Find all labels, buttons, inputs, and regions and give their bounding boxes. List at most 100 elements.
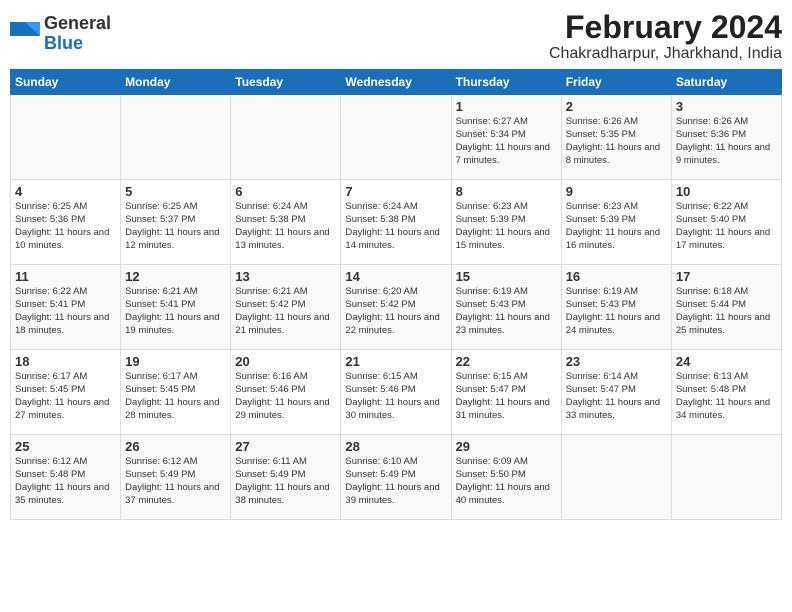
cell-info: Sunrise: 6:17 AM Sunset: 5:45 PM Dayligh… — [15, 371, 116, 422]
day-number: 19 — [125, 354, 226, 369]
day-number: 5 — [125, 184, 226, 199]
calendar-cell: 14Sunrise: 6:20 AM Sunset: 5:42 PM Dayli… — [341, 265, 451, 350]
cell-info: Sunrise: 6:21 AM Sunset: 5:41 PM Dayligh… — [125, 286, 226, 337]
header-cell-thursday: Thursday — [451, 70, 561, 95]
logo-blue: Blue — [44, 34, 111, 54]
day-number: 17 — [676, 269, 777, 284]
cell-info: Sunrise: 6:18 AM Sunset: 5:44 PM Dayligh… — [676, 286, 777, 337]
calendar-cell: 23 Sunrise: 6:14 AM Sunset: 5:47 PM Dayli… — [561, 350, 671, 435]
cell-info: Sunrise: 6:16 AM Sunset: 5:46 PM Dayligh… — [235, 371, 336, 422]
week-row: 1Sunrise: 6:27 AM Sunset: 5:34 PM Daylig… — [11, 95, 782, 180]
cell-info: Sunrise: 6:23 AM Sunset: 5:39 PM Dayligh… — [566, 201, 667, 252]
cell-info: Sunrise: 6:14 AM Sunset: 5:47 PM Dayligh… — [566, 371, 667, 422]
calendar-cell: 26 Sunrise: 6:12 AM Sunset: 5:49 PM Dayli… — [121, 435, 231, 520]
logo-icon — [10, 22, 40, 46]
day-number: 8 — [456, 184, 557, 199]
day-number: 7 — [345, 184, 446, 199]
calendar-cell: 29 Sunrise: 6:09 AM Sunset: 5:50 PM Dayli… — [451, 435, 561, 520]
calendar-cell: 4 Sunrise: 6:25 AM Sunset: 5:36 PM Daylig… — [11, 180, 121, 265]
calendar-cell: 6 Sunrise: 6:24 AM Sunset: 5:38 PM Daylig… — [231, 180, 341, 265]
cell-info: Sunrise: 6:22 AM Sunset: 5:40 PM Dayligh… — [676, 201, 777, 252]
day-number: 10 — [676, 184, 777, 199]
calendar-cell — [561, 435, 671, 520]
cell-info: Sunrise: 6:26 AM Sunset: 5:35 PM Dayligh… — [566, 116, 667, 167]
calendar-cell: 13 Sunrise: 6:21 AM Sunset: 5:42 PM Dayli… — [231, 265, 341, 350]
day-number: 28 — [345, 439, 446, 454]
calendar-cell: 18 Sunrise: 6:17 AM Sunset: 5:45 PM Dayli… — [11, 350, 121, 435]
calendar-cell: 5 Sunrise: 6:25 AM Sunset: 5:37 PM Daylig… — [121, 180, 231, 265]
week-row: 4 Sunrise: 6:25 AM Sunset: 5:36 PM Daylig… — [11, 180, 782, 265]
cell-info: Sunrise: 6:13 AM Sunset: 5:48 PM Dayligh… — [676, 371, 777, 422]
calendar-cell: 3Sunrise: 6:26 AM Sunset: 5:36 PM Daylig… — [671, 95, 781, 180]
cell-info: Sunrise: 6:24 AM Sunset: 5:38 PM Dayligh… — [345, 201, 446, 252]
cell-info: Sunrise: 6:25 AM Sunset: 5:36 PM Dayligh… — [15, 201, 116, 252]
calendar-cell: 27 Sunrise: 6:11 AM Sunset: 5:49 PM Dayli… — [231, 435, 341, 520]
logo: General Blue — [10, 14, 111, 54]
logo-text: General Blue — [44, 14, 111, 54]
day-number: 27 — [235, 439, 336, 454]
day-number: 12 — [125, 269, 226, 284]
header-cell-monday: Monday — [121, 70, 231, 95]
calendar-table: SundayMondayTuesdayWednesdayThursdayFrid… — [10, 69, 782, 520]
calendar-cell — [671, 435, 781, 520]
calendar-cell: 24 Sunrise: 6:13 AM Sunset: 5:48 PM Dayli… — [671, 350, 781, 435]
cell-info: Sunrise: 6:17 AM Sunset: 5:45 PM Dayligh… — [125, 371, 226, 422]
cell-info: Sunrise: 6:19 AM Sunset: 5:43 PM Dayligh… — [456, 286, 557, 337]
day-number: 23 — [566, 354, 667, 369]
header: General Blue February 2024 Chakradharpur… — [10, 10, 782, 63]
calendar-cell — [341, 95, 451, 180]
cell-info: Sunrise: 6:24 AM Sunset: 5:38 PM Dayligh… — [235, 201, 336, 252]
cell-info: Sunrise: 6:25 AM Sunset: 5:37 PM Dayligh… — [125, 201, 226, 252]
header-row: SundayMondayTuesdayWednesdayThursdayFrid… — [11, 70, 782, 95]
day-number: 4 — [15, 184, 116, 199]
calendar-cell: 11Sunrise: 6:22 AM Sunset: 5:41 PM Dayli… — [11, 265, 121, 350]
cell-info: Sunrise: 6:11 AM Sunset: 5:49 PM Dayligh… — [235, 456, 336, 507]
calendar-cell: 19 Sunrise: 6:17 AM Sunset: 5:45 PM Dayli… — [121, 350, 231, 435]
cell-info: Sunrise: 6:09 AM Sunset: 5:50 PM Dayligh… — [456, 456, 557, 507]
calendar-cell: 15Sunrise: 6:19 AM Sunset: 5:43 PM Dayli… — [451, 265, 561, 350]
cell-info: Sunrise: 6:21 AM Sunset: 5:42 PM Dayligh… — [235, 286, 336, 337]
header-cell-tuesday: Tuesday — [231, 70, 341, 95]
cell-info: Sunrise: 6:12 AM Sunset: 5:49 PM Dayligh… — [125, 456, 226, 507]
header-cell-wednesday: Wednesday — [341, 70, 451, 95]
subtitle: Chakradharpur, Jharkhand, India — [549, 45, 782, 63]
calendar-cell: 10 Sunrise: 6:22 AM Sunset: 5:40 PM Dayli… — [671, 180, 781, 265]
week-row: 18 Sunrise: 6:17 AM Sunset: 5:45 PM Dayli… — [11, 350, 782, 435]
day-number: 22 — [456, 354, 557, 369]
week-row: 11Sunrise: 6:22 AM Sunset: 5:41 PM Dayli… — [11, 265, 782, 350]
cell-info: Sunrise: 6:10 AM Sunset: 5:49 PM Dayligh… — [345, 456, 446, 507]
header-cell-saturday: Saturday — [671, 70, 781, 95]
day-number: 2 — [566, 99, 667, 114]
cell-info: Sunrise: 6:19 AM Sunset: 5:43 PM Dayligh… — [566, 286, 667, 337]
cell-info: Sunrise: 6:27 AM Sunset: 5:34 PM Dayligh… — [456, 116, 557, 167]
calendar-cell: 8 Sunrise: 6:23 AM Sunset: 5:39 PM Daylig… — [451, 180, 561, 265]
day-number: 6 — [235, 184, 336, 199]
day-number: 20 — [235, 354, 336, 369]
day-number: 13 — [235, 269, 336, 284]
day-number: 29 — [456, 439, 557, 454]
cell-info: Sunrise: 6:20 AM Sunset: 5:42 PM Dayligh… — [345, 286, 446, 337]
main-title: February 2024 — [549, 10, 782, 45]
cell-info: Sunrise: 6:23 AM Sunset: 5:39 PM Dayligh… — [456, 201, 557, 252]
calendar-cell: 20 Sunrise: 6:16 AM Sunset: 5:46 PM Dayli… — [231, 350, 341, 435]
day-number: 26 — [125, 439, 226, 454]
cell-info: Sunrise: 6:15 AM Sunset: 5:46 PM Dayligh… — [345, 371, 446, 422]
calendar-cell — [11, 95, 121, 180]
calendar-cell: 7 Sunrise: 6:24 AM Sunset: 5:38 PM Daylig… — [341, 180, 451, 265]
calendar-cell: 25Sunrise: 6:12 AM Sunset: 5:48 PM Dayli… — [11, 435, 121, 520]
day-number: 9 — [566, 184, 667, 199]
logo-general: General — [44, 14, 111, 34]
header-cell-sunday: Sunday — [11, 70, 121, 95]
day-number: 16 — [566, 269, 667, 284]
title-area: February 2024 Chakradharpur, Jharkhand, … — [549, 10, 782, 63]
day-number: 18 — [15, 354, 116, 369]
cell-info: Sunrise: 6:22 AM Sunset: 5:41 PM Dayligh… — [15, 286, 116, 337]
day-number: 21 — [345, 354, 446, 369]
week-row: 25Sunrise: 6:12 AM Sunset: 5:48 PM Dayli… — [11, 435, 782, 520]
calendar-cell: 1Sunrise: 6:27 AM Sunset: 5:34 PM Daylig… — [451, 95, 561, 180]
calendar-cell: 17 Sunrise: 6:18 AM Sunset: 5:44 PM Dayli… — [671, 265, 781, 350]
day-number: 3 — [676, 99, 777, 114]
calendar-cell: 12 Sunrise: 6:21 AM Sunset: 5:41 PM Dayli… — [121, 265, 231, 350]
day-number: 25 — [15, 439, 116, 454]
day-number: 24 — [676, 354, 777, 369]
